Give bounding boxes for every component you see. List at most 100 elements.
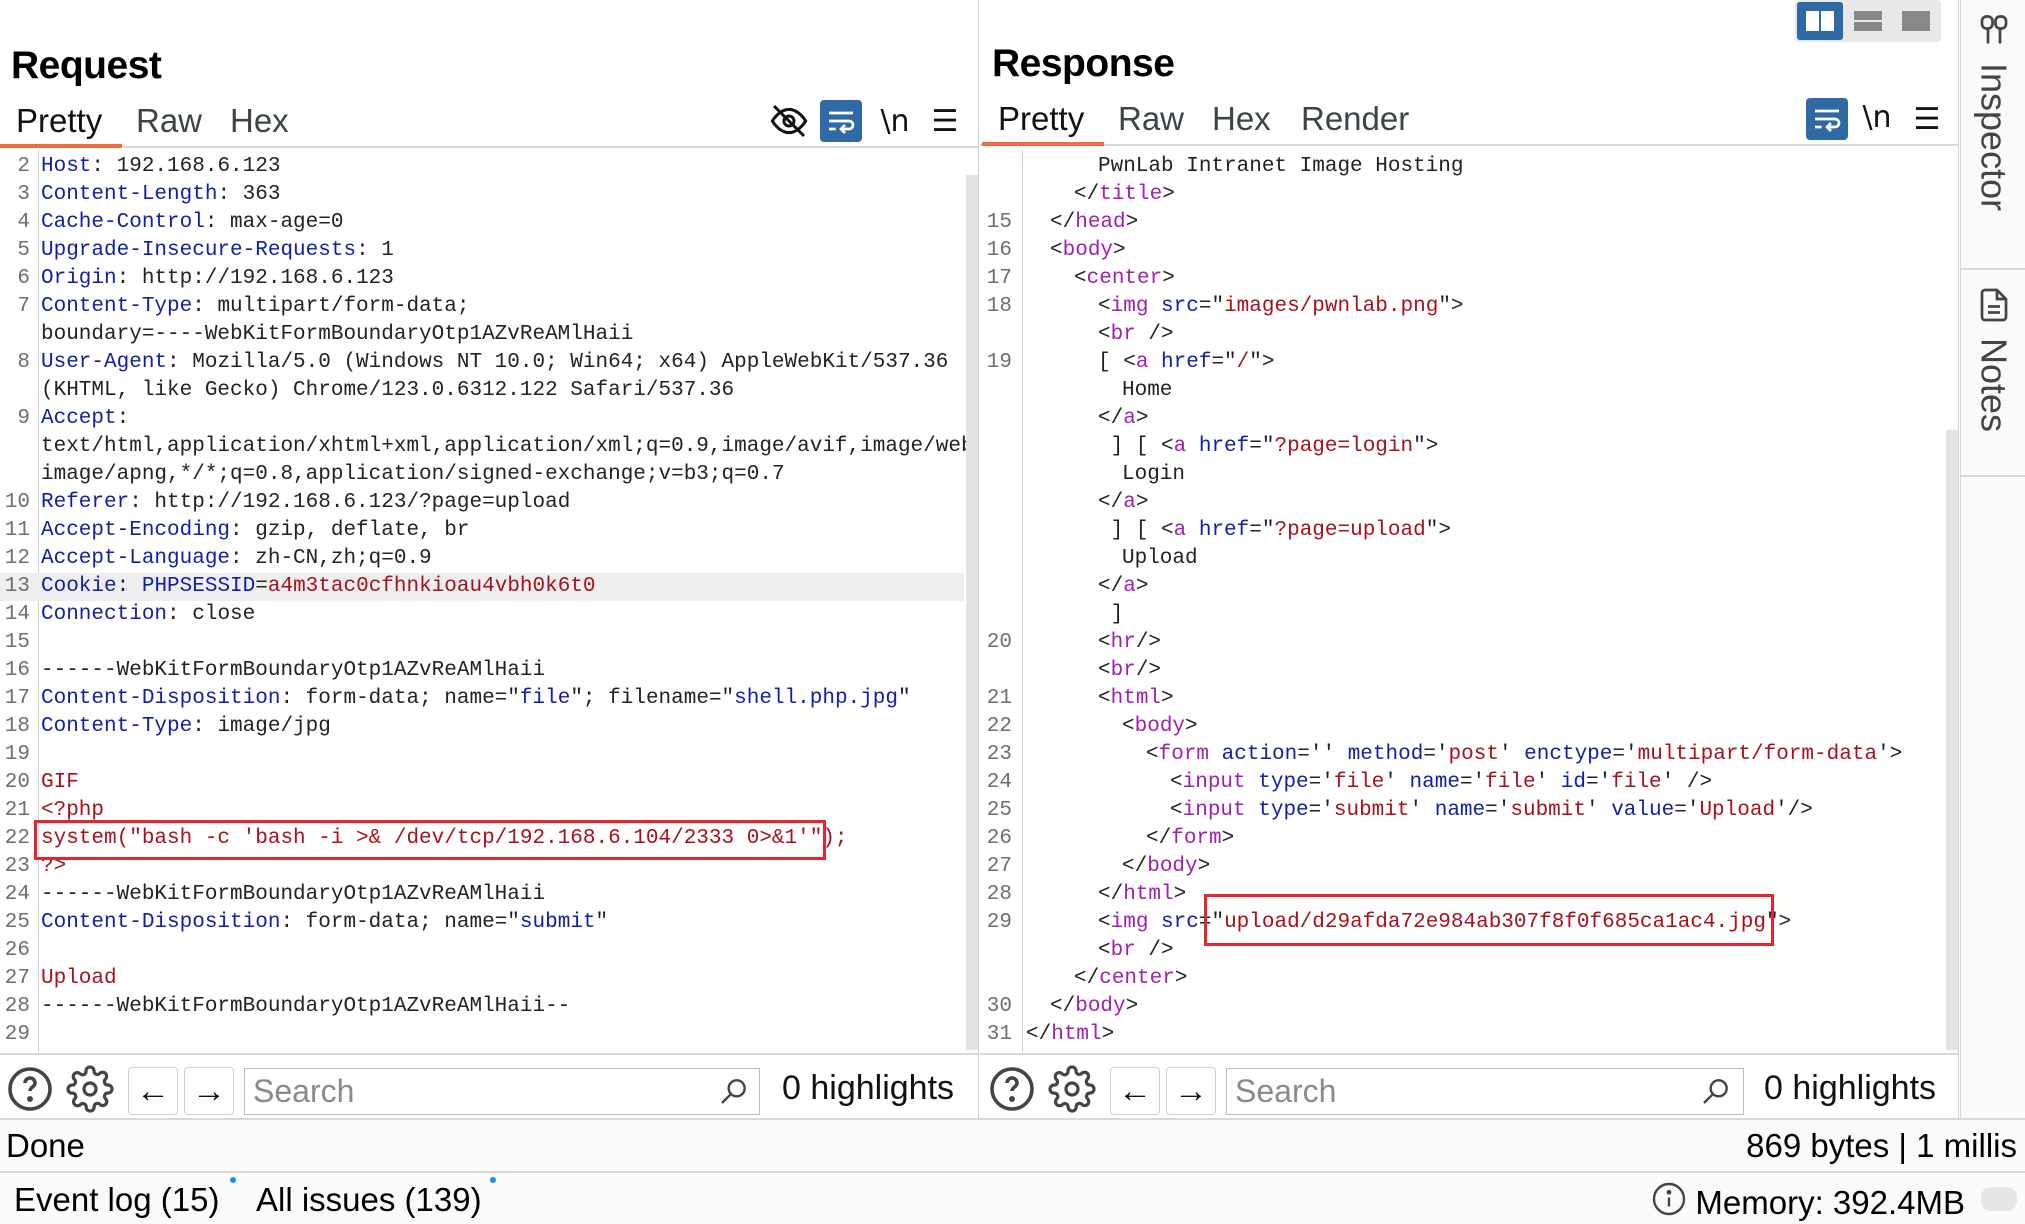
response-tab-render[interactable]: Render [1301,100,1409,138]
request-tab-raw[interactable]: Raw [136,102,202,140]
newline-toggle[interactable]: \n [1856,96,1898,138]
code-line: 28 </html> [980,881,1944,909]
line-number: 3 [17,183,30,206]
all-issues-link[interactable]: All issues (139) [256,1181,482,1219]
response-tab-raw[interactable]: Raw [1118,100,1184,138]
code-text: </html> [1098,883,1187,906]
code-text: PwnLab Intranet Image Hosting [1098,155,1464,178]
line-number: 17 [986,267,1012,290]
code-text: ?> [41,855,67,878]
line-number: 21 [4,799,30,822]
inspector-icon [1976,10,2012,55]
code-line: Upload [980,545,1944,573]
layout-side-by-side-button[interactable] [1797,2,1843,40]
response-search-input[interactable] [1226,1068,1744,1115]
line-number: 21 [986,687,1012,710]
code-text: [ <a href="/"> [1098,351,1275,374]
memory-indicator: Memory: 392.4MB [1651,1181,1965,1224]
response-size-time: 869 bytes | 1 millis [1746,1127,2017,1164]
layout-stacked-button[interactable] [1845,2,1891,40]
code-text: <img src="upload/d29afda72e984ab307f8f0f… [1098,911,1792,934]
response-tab-pretty[interactable]: Pretty [998,100,1084,138]
hamburger-menu-icon[interactable]: ☰ [924,100,966,142]
request-highlights-count: 0 highlights [782,1069,955,1107]
line-number: 7 [17,295,30,318]
request-scrollbar[interactable] [966,175,978,1050]
code-line: ] [ <a href="?page=upload"> [980,517,1944,545]
code-line: 17 <center> [980,265,1944,293]
next-match-button[interactable]: → [184,1067,234,1115]
hamburger-menu-icon[interactable]: ☰ [1906,98,1948,140]
code-text: </body> [1050,995,1139,1018]
code-line: 21 <?php [0,797,964,825]
active-tab-underline [982,142,1104,146]
code-text: Referer: http://192.168.6.123/?page=uplo… [41,491,571,514]
line-number: 22 [4,827,30,850]
line-number: 19 [986,351,1012,374]
code-text: Accept: [41,407,130,430]
notes-tab[interactable]: Notes [1961,285,2025,485]
line-number: 15 [986,211,1012,234]
active-tab-underline [0,144,122,148]
event-log-link[interactable]: Event log (15) [14,1181,219,1219]
line-number: 30 [986,995,1012,1018]
request-editor[interactable]: 2 Host: 192.168.6.123 3 Content-Length: 363… [0,150,978,1053]
event-log-badge [230,1177,236,1183]
line-number: 25 [4,911,30,934]
help-icon[interactable] [988,1065,1036,1113]
inspector-label: Inspector [1973,63,2015,212]
inspector-tab[interactable]: Inspector [1961,10,2025,260]
side-panel: Inspector Notes [1960,0,2025,1118]
code-text: Upgrade-Insecure-Requests: 1 [41,239,394,262]
code-line: 18 <img src="images/pwnlab.png"> [980,293,1944,321]
response-editor[interactable]: PwnLab Intranet Image Hosting </title> 15 <… [980,150,1958,1053]
code-text: </center> [1074,967,1188,990]
word-wrap-icon[interactable] [1806,98,1848,140]
code-text: ] [ <a href="?page=login"> [1098,435,1439,458]
request-tab-pretty[interactable]: Pretty [16,102,102,140]
code-line: 27 Upload [0,965,964,993]
code-line: <br/> [980,657,1944,685]
response-title: Response [992,42,1175,85]
line-number: 23 [4,855,30,878]
next-match-button[interactable]: → [1166,1067,1216,1115]
response-tab-hex[interactable]: Hex [1212,100,1271,138]
code-line: 19 [0,741,964,769]
code-line: 29 [0,1021,964,1049]
code-line: </center> [980,965,1944,993]
code-text: ] [ <a href="?page=upload"> [1098,519,1451,542]
previous-match-button[interactable]: ← [128,1067,178,1115]
code-line: 16 ------WebKitFormBoundaryOtp1AZvReAMlHa… [0,657,964,685]
line-number: 14 [4,603,30,626]
code-line: 7 Content-Type: multipart/form-data; [0,293,964,321]
line-number: 20 [4,771,30,794]
code-line: 12 Accept-Language: zh-CN,zh;q=0.9 [0,545,964,573]
gear-icon[interactable] [66,1065,114,1113]
code-line: 20 GIF [0,769,964,797]
code-line: 11 Accept-Encoding: gzip, deflate, br [0,517,964,545]
gear-icon[interactable] [1048,1065,1096,1113]
response-scrollbar[interactable] [1946,430,1958,1050]
code-line: 20 <hr/> [980,629,1944,657]
line-number: 19 [4,743,30,766]
code-text: text/html,application/xhtml+xml,applicat… [41,435,978,458]
request-search-input[interactable] [244,1068,760,1115]
line-number: 8 [17,351,30,374]
code-line: 23 <form action='' method='post' enctype=… [980,741,1944,769]
code-text: Content-Type: image/jpg [41,715,331,738]
line-number: 18 [4,715,30,738]
layout-single-button[interactable] [1893,2,1939,40]
line-number: 27 [986,855,1012,878]
request-tab-hex[interactable]: Hex [230,102,289,140]
response-highlights-count: 0 highlights [1764,1069,1937,1107]
code-line: Login [980,461,1944,489]
code-line: 2 Host: 192.168.6.123 [0,153,964,181]
eye-off-icon[interactable] [768,100,810,142]
newline-toggle[interactable]: \n [874,100,916,142]
word-wrap-icon[interactable] [820,100,862,142]
memory-text: Memory: 392.4MB [1695,1184,1965,1221]
previous-match-button[interactable]: ← [1110,1067,1160,1115]
help-icon[interactable] [6,1065,54,1113]
code-line: 25 Content-Disposition: form-data; name="… [0,909,964,937]
line-number: 13 [4,575,30,598]
